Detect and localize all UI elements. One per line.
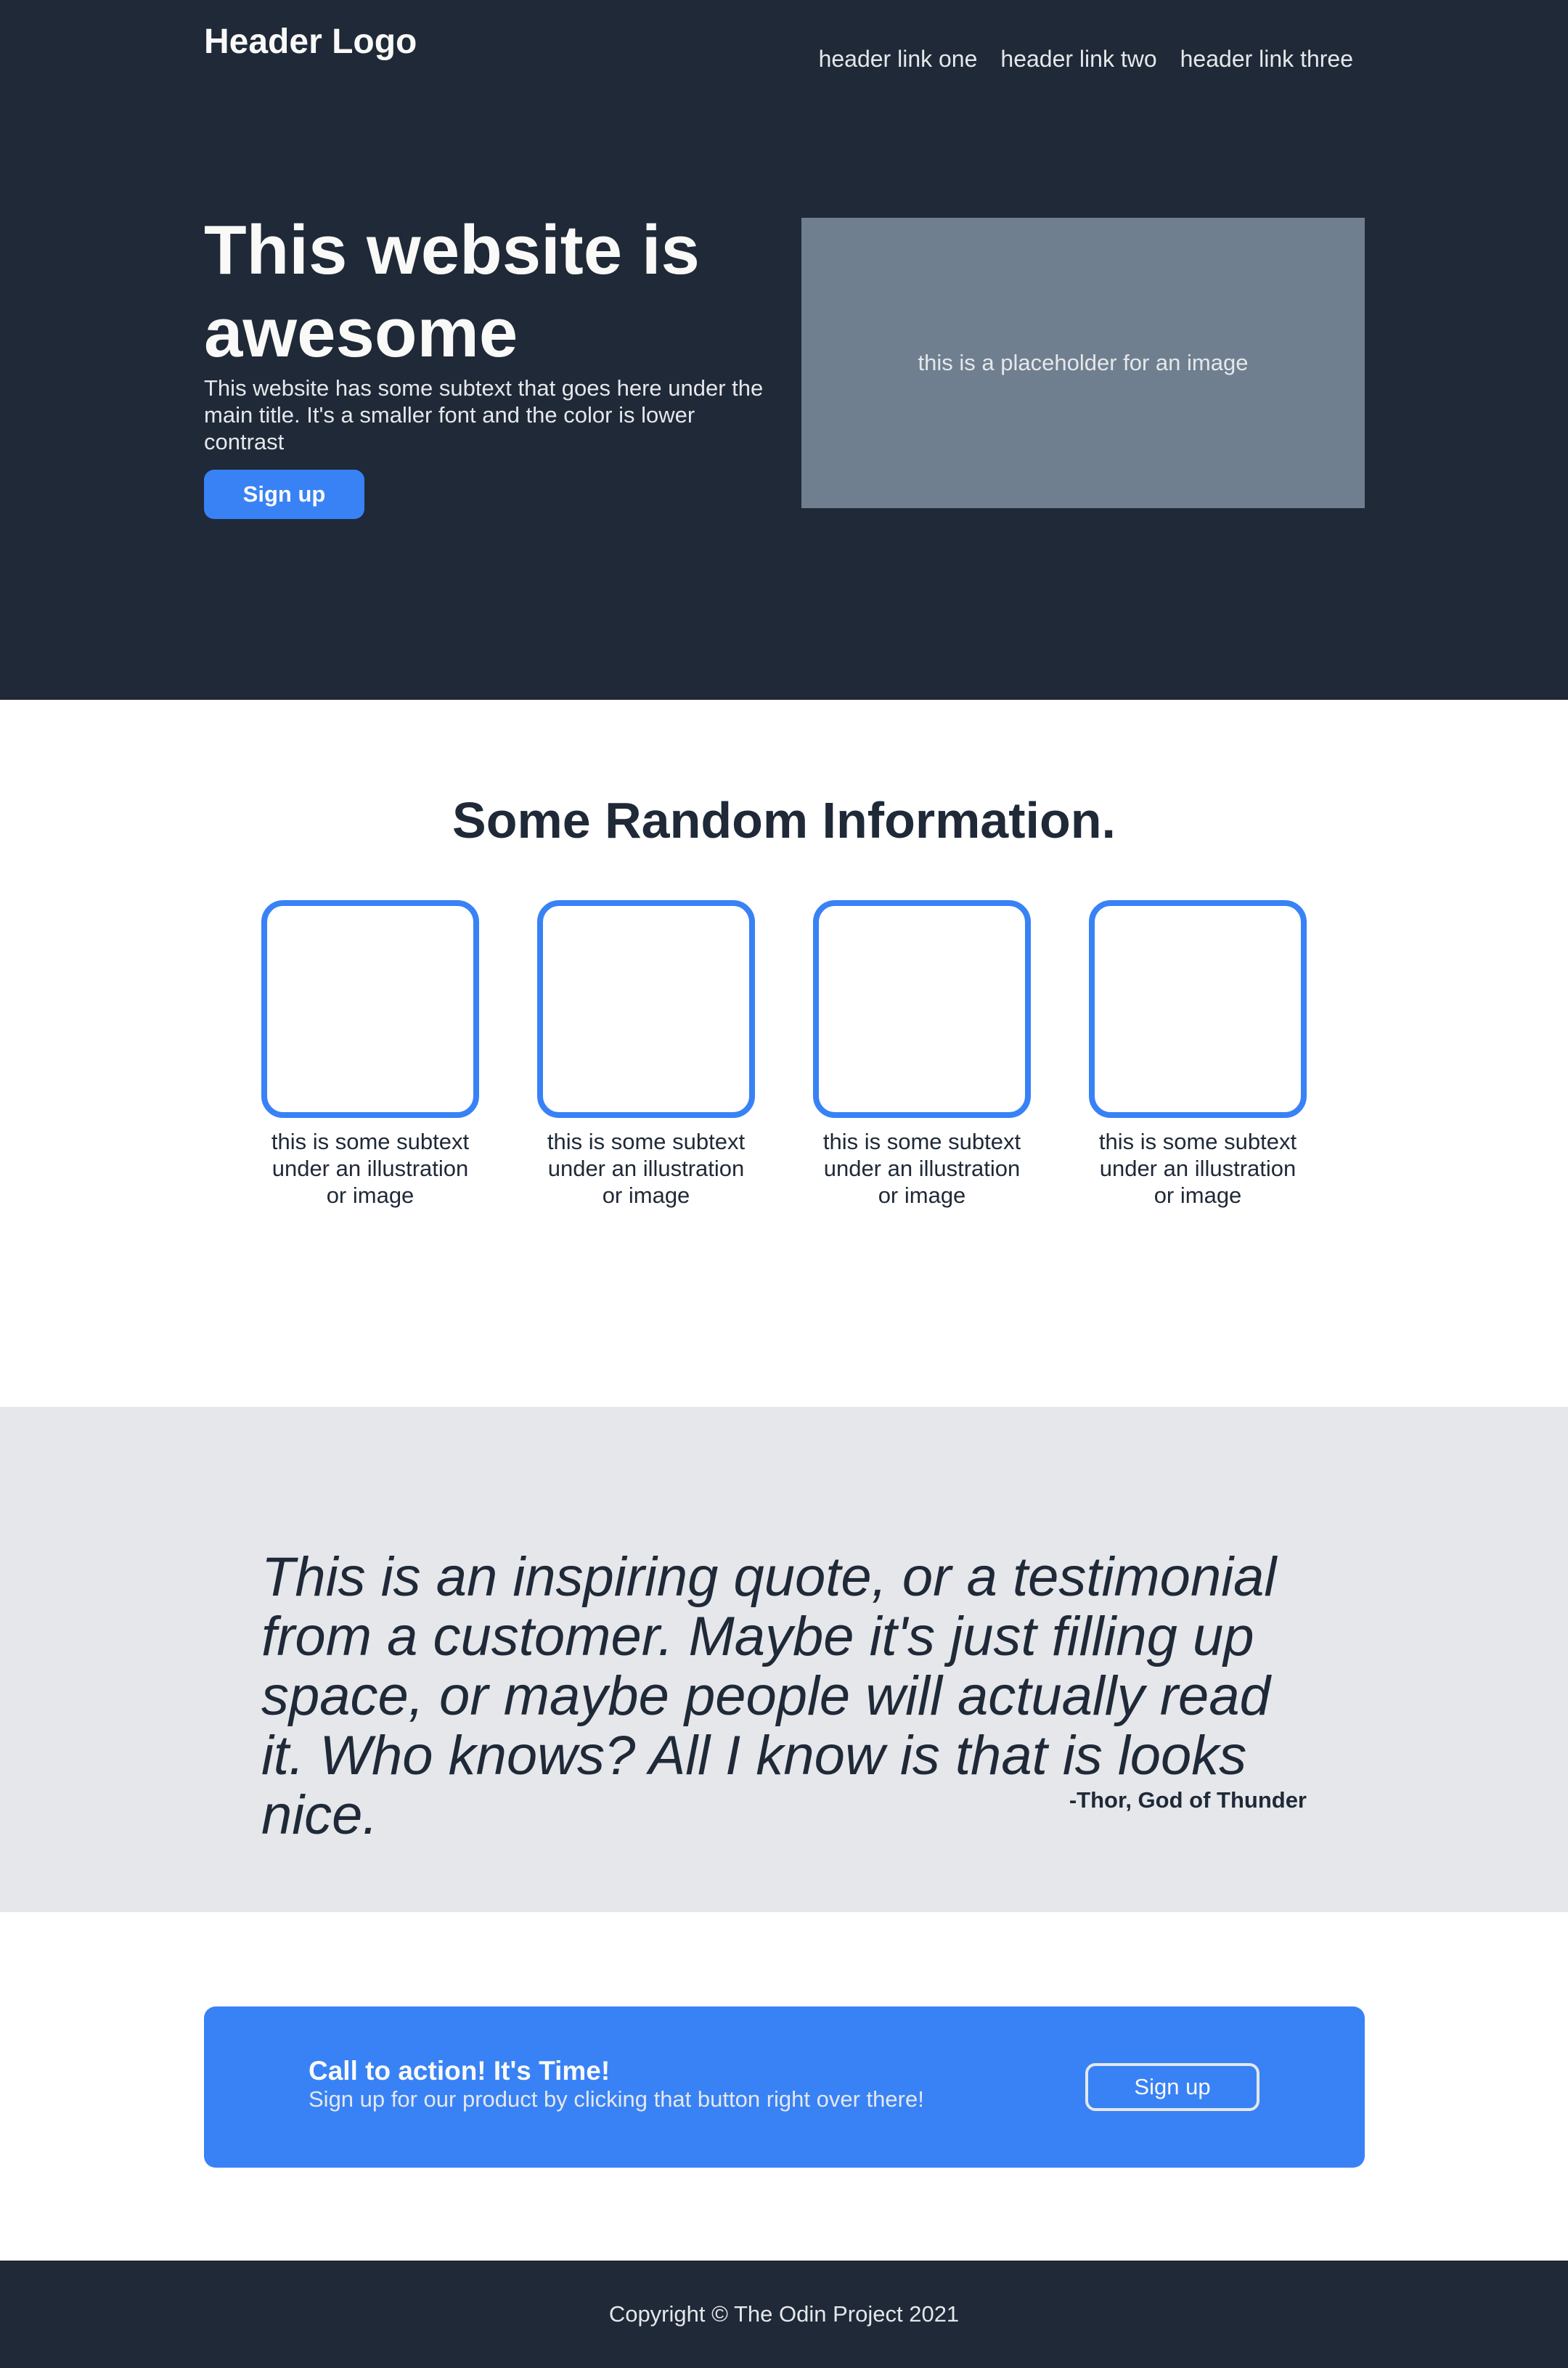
cta-title: Call to action! It's Time! (309, 2056, 611, 2086)
header-logo[interactable]: Header Logo (204, 19, 417, 65)
hero-subtext: This website has some subtext that goes … (204, 375, 764, 454)
header-link-two[interactable]: header link two (1000, 42, 1156, 75)
hero-text-block: This website is awesome This website has… (204, 209, 770, 519)
hero-image-placeholder: this is a placeholder for an image (801, 218, 1365, 508)
info-card-text: this is some subtext under an illustrati… (547, 1129, 746, 1208)
info-section-title: Some Random Information. (452, 792, 1116, 849)
call-to-action-banner: Call to action! It's Time! Sign up for o… (204, 2006, 1365, 2168)
illustration-placeholder (1089, 900, 1307, 1118)
info-card: this is some subtext under an illustrati… (537, 900, 755, 1209)
info-card-text: this is some subtext under an illustrati… (822, 1129, 1021, 1208)
illustration-placeholder (813, 900, 1031, 1118)
header-link-three[interactable]: header link three (1180, 42, 1353, 75)
illustration-placeholder (261, 900, 479, 1118)
quote-author: -Thor, God of Thunder (1069, 1787, 1307, 1813)
cta-signup-button[interactable]: Sign up (1085, 2063, 1259, 2111)
header-nav: header link one header link two header l… (819, 42, 1353, 75)
footer: Copyright © The Odin Project 2021 (0, 2261, 1568, 2368)
hero-signup-button[interactable]: Sign up (204, 470, 364, 519)
info-card: this is some subtext under an illustrati… (813, 900, 1031, 1209)
illustration-placeholder (537, 900, 755, 1118)
hero-image-placeholder-text: this is a placeholder for an image (918, 350, 1249, 375)
info-card: this is some subtext under an illustrati… (261, 900, 479, 1209)
hero-title: This website is awesome (204, 211, 700, 372)
info-card: this is some subtext under an illustrati… (1089, 900, 1307, 1209)
info-card-text: this is some subtext under an illustrati… (271, 1129, 470, 1208)
header-link-one[interactable]: header link one (819, 42, 978, 75)
quote-section: This is an inspiring quote, or a testimo… (0, 1407, 1568, 1912)
hero-section: Header Logo header link one header link … (0, 0, 1568, 700)
cta-subtext: Sign up for our product by clicking that… (309, 2086, 924, 2112)
info-card-text: this is some subtext under an illustrati… (1098, 1129, 1297, 1208)
footer-copyright: Copyright © The Odin Project 2021 (608, 2301, 960, 2327)
info-cards: this is some subtext under an illustrati… (261, 900, 1307, 1209)
